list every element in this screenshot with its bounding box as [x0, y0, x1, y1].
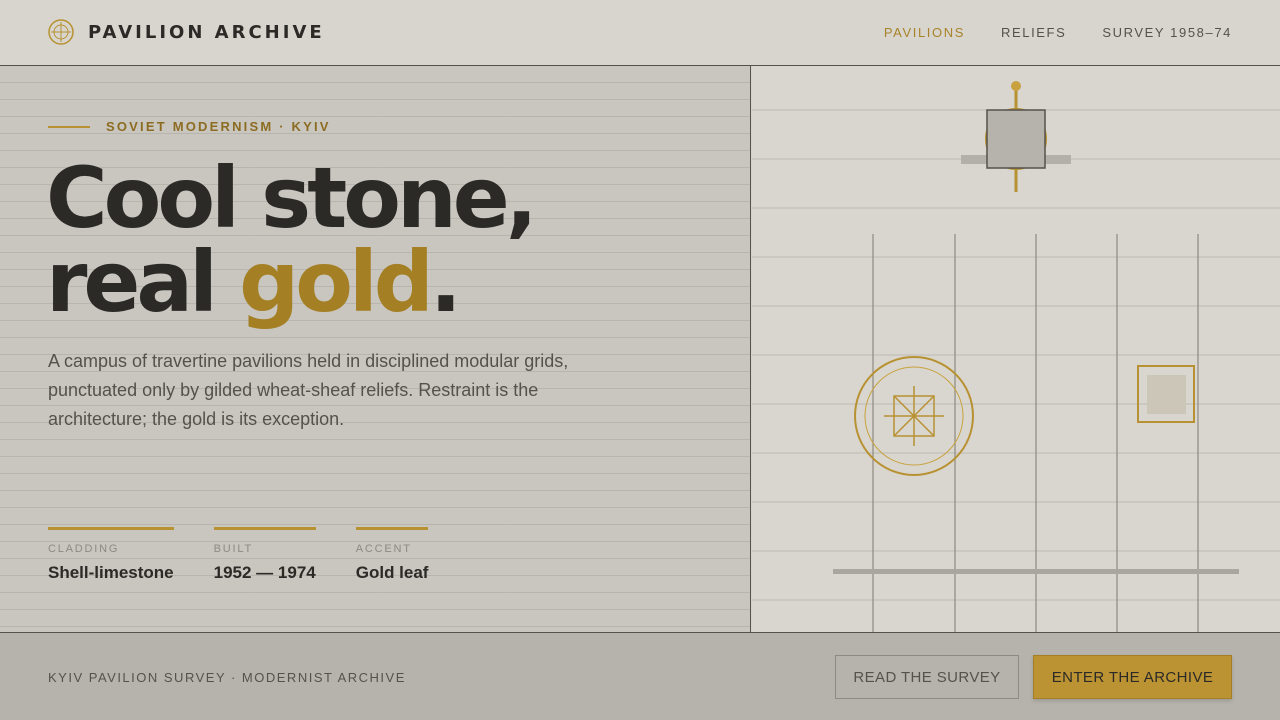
spec-label: ACCENT: [355, 543, 412, 555]
spec-built: BUILT 1952 — 1974: [213, 527, 316, 583]
nav-item-reliefs[interactable]: RELIEFS: [1001, 25, 1066, 40]
brand-name: PAVILION ARCHIVE: [88, 21, 325, 43]
hero-description: A campus of travertine pavilions held in…: [48, 351, 569, 429]
spire-ornament: [961, 81, 1071, 192]
eyebrow-text: SOVIET MODERNISM · KYIV: [106, 119, 331, 134]
spec-cladding: CLADDING Shell-limestone: [48, 527, 174, 583]
spec-accent: ACCENT Gold leaf: [355, 527, 429, 583]
read-survey-button[interactable]: READ THE SURVEY: [835, 655, 1019, 699]
spec-label: BUILT: [213, 543, 253, 555]
main-nav: PAVILIONS RELIEFS SURVEY 1958–74: [884, 25, 1232, 40]
brand[interactable]: PAVILION ARCHIVE: [48, 19, 325, 45]
spec-bar: [355, 527, 429, 530]
enter-archive-button[interactable]: ENTER THE ARCHIVE: [1033, 655, 1232, 699]
spec-bar: [213, 527, 316, 530]
eyebrow: SOVIET MODERNISM · KYIV: [48, 119, 331, 134]
hero-panel: SOVIET MODERNISM · KYIV Cool stone, real…: [0, 66, 751, 632]
site-footer: KYIV PAVILION SURVEY · MODERNIST ARCHIVE…: [0, 632, 1280, 720]
ground-line: [833, 569, 1239, 574]
site-header: PAVILION ARCHIVE PAVILIONS RELIEFS SURVE…: [0, 0, 1280, 66]
headline-line2-suffix: .: [429, 233, 462, 331]
pavilion-illustration: [752, 66, 1280, 632]
nav-item-survey[interactable]: SURVEY 1958–74: [1102, 25, 1232, 40]
spec-label: CLADDING: [48, 543, 120, 555]
spec-bar: [48, 527, 174, 530]
pavilion-elevation-drawing: [752, 81, 1280, 632]
hero-headline: Cool stone, real gold.: [46, 156, 538, 324]
spec-value: 1952 — 1974: [213, 563, 316, 582]
target-crosshair-icon: [48, 19, 74, 45]
spec-value: Shell-limestone: [48, 563, 174, 582]
square-relief: [1137, 365, 1195, 423]
eyebrow-rule: [48, 125, 90, 128]
nav-item-pavilions[interactable]: PAVILIONS: [884, 25, 965, 40]
spec-value: Gold leaf: [355, 563, 429, 582]
spec-list: CLADDING Shell-limestone BUILT 1952 — 19…: [48, 527, 468, 583]
footer-caption: KYIV PAVILION SURVEY · MODERNIST ARCHIVE: [48, 670, 406, 685]
headline-accent: gold: [239, 233, 434, 331]
headline-line2-prefix: real: [46, 233, 240, 331]
